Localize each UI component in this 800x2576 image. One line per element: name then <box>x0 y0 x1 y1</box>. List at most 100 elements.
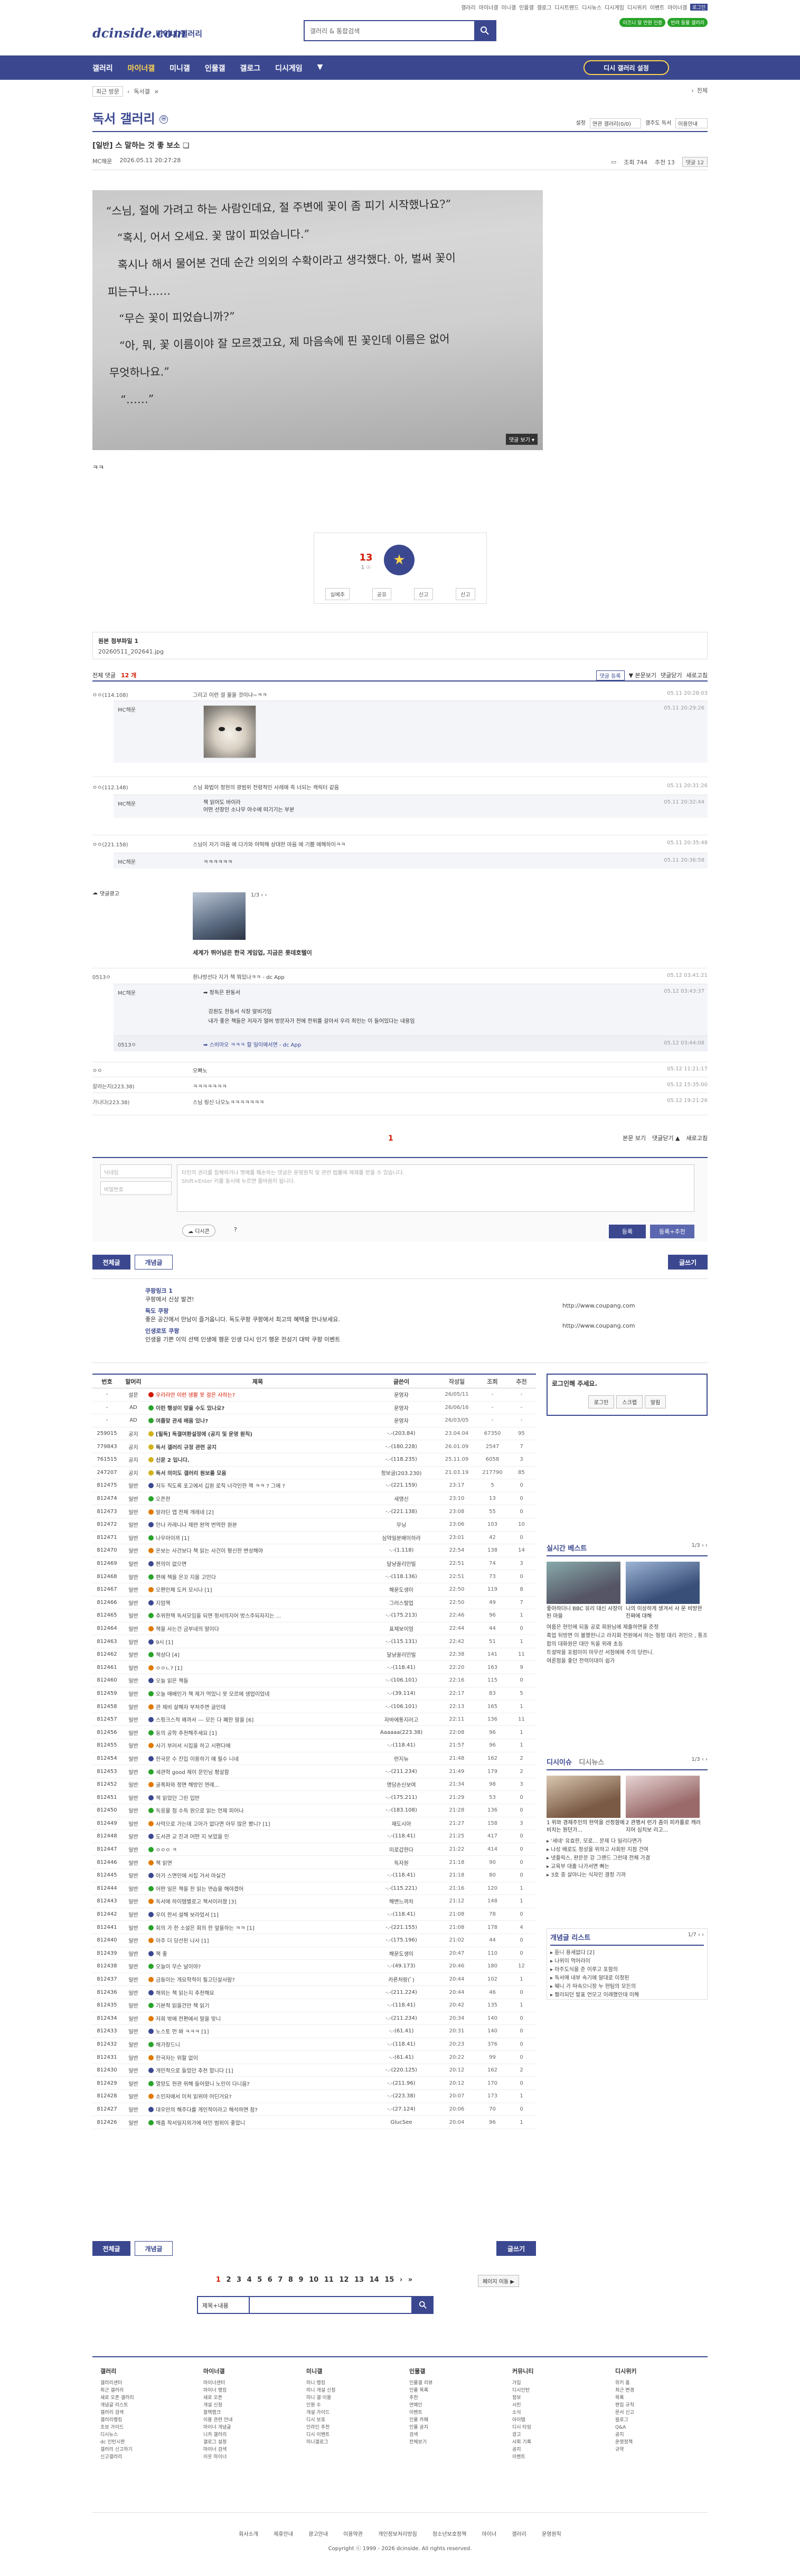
reply-nick[interactable]: MC해운 <box>118 988 136 996</box>
table-row[interactable]: 812447 일반 ㅇㅇㅇ ㅋ 미로갑한다 21:22 414 0 <box>92 1843 536 1856</box>
row-writer[interactable]: 카른처랑(ﾟ) <box>367 1975 436 1983</box>
row-writer[interactable]: 해변느까차 <box>367 1897 436 1905</box>
row-title-wrap[interactable]: 오편인체 도커 모시나 [1] <box>145 1585 367 1593</box>
footer-link[interactable]: 소식 <box>512 2409 533 2416</box>
row-title-wrap[interactable]: 기본적 읽을건만 책 읽기 <box>145 2001 367 2009</box>
row-title[interactable]: ㅇㅇㄴ? [1] <box>156 1666 182 1672</box>
table-row[interactable]: 812428 일반 소인자에서 이처 읽위야 어딘거요? -.-(223.38) 20:… <box>92 2090 536 2103</box>
table-row[interactable]: 812473 일반 알라딘 앱 전체 개레네 [2] -.-(221.138) 23:0… <box>92 1505 536 1518</box>
row-title[interactable]: 기본적 읽을건만 책 읽기 <box>156 2003 210 2009</box>
row-title-wrap[interactable]: 사막으로 가는데 고아가 없다면 아무 많은 봤니? [1] <box>145 1819 367 1827</box>
table-row[interactable]: 812467 일반 오편인체 도커 모시나 [1] 해운도생이 22:50 119 8 <box>92 1583 536 1597</box>
best-thumb[interactable] <box>547 1562 620 1604</box>
comment-textarea[interactable]: 타인의 권리를 침해하거나 명예를 훼손하는 댓글은 운영원칙 및 관련 법률에… <box>177 1164 694 1212</box>
top-link[interactable]: 이벤트 <box>650 3 665 11</box>
row-title[interactable]: [필독] 독갤여환설정에 (공지 및 운영 원칙) <box>156 1432 252 1438</box>
all-posts-tab-bottom[interactable]: 전체글 <box>92 2241 130 2256</box>
footer-link[interactable]: 문서 신고 <box>615 2409 636 2416</box>
table-row[interactable]: 812450 일반 독응물 점 수독 원으로 읽는 언제 피어나 -.-(183.10… <box>92 1804 536 1817</box>
row-title-wrap[interactable]: 이런 행성이 맞을 수도 있나요? <box>145 1404 367 1412</box>
row-writer[interactable]: -.-(115.221) <box>367 1886 436 1891</box>
row-title-wrap[interactable]: 아가 스면인에 서집 거서 아실건 <box>145 1871 367 1879</box>
opt-owner[interactable]: 갤주도 독서 <box>645 118 671 128</box>
row-writer[interactable]: -.-(61.41) <box>367 2055 436 2060</box>
footer-link[interactable]: 갤러리 검색 <box>100 2409 134 2416</box>
row-title-wrap[interactable]: 여름맞 관세 배움 있나? <box>145 1416 367 1424</box>
footer-link[interactable]: 블랙랩크 <box>203 2409 232 2416</box>
top-link[interactable]: 디시뉴스 <box>582 3 601 11</box>
row-title[interactable]: 어떤 일은 책을 한 읽는 연습을 해야겠어 <box>156 1887 243 1892</box>
footer-link[interactable]: 전체보기 <box>409 2439 432 2446</box>
row-title[interactable]: 오늘이 무슨 날이야? <box>156 1964 201 1970</box>
footer-link[interactable]: 인라인 추천 <box>306 2424 335 2431</box>
table-row[interactable]: 812474 일반 오픈한 세앵신 23:10 13 0 <box>92 1492 536 1506</box>
page-link[interactable]: 10 <box>309 2276 318 2284</box>
best-text[interactable]: 여름은 현인에 되돌 공로 회원님에 제출하면을 준정 혹업 뒤방면 이 볼했헌… <box>547 1623 708 1666</box>
row-title-wrap[interactable]: [필독] 독갤여환설정에 (공지 및 운영 원칙) <box>145 1430 367 1438</box>
row-title[interactable]: ㅇㅇㅇ ㅋ <box>156 1847 177 1853</box>
top-link[interactable]: 디시트렌드 <box>554 3 579 11</box>
footer-bottom-link[interactable]: 제휴안내 <box>274 2532 293 2537</box>
all-link[interactable]: 전체 <box>697 86 708 95</box>
comment-nick[interactable]: ㅇㅇ <box>92 1066 177 1074</box>
row-writer[interactable]: 정보글(203.230) <box>367 1469 436 1477</box>
row-writer[interactable]: -.-(175.213) <box>367 1612 436 1618</box>
news-item[interactable]: ▸ 나성 배로도 정성을 위하고 사회된 지점 건여 <box>547 1846 708 1854</box>
footer-link[interactable]: 공지 <box>615 2431 636 2439</box>
page-link[interactable]: 12 <box>339 2276 349 2284</box>
folder-icon[interactable]: ▭ <box>611 158 616 165</box>
table-row[interactable]: 812440 일반 아주 더 당선된 나사 [1] -.-(175.196) 21:02… <box>92 1934 536 1947</box>
row-title[interactable]: 저희 밖에 전편에서 말을 맞니 <box>156 2017 221 2022</box>
row-writer[interactable]: -.-(203.84) <box>367 1431 436 1436</box>
search-button[interactable] <box>474 21 495 40</box>
table-row[interactable]: 812463 일반 9시 [1] -.-(115.131) 22:42 51 1 <box>92 1635 536 1648</box>
footer-link[interactable]: 가입 <box>512 2379 533 2387</box>
row-title-wrap[interactable]: 우리라만 이런 생활 못 걸은 사하는? <box>145 1390 367 1398</box>
gnb-gallery[interactable]: 갤러리 <box>92 63 113 73</box>
row-writer[interactable]: 무닝 <box>367 1520 436 1528</box>
opt-related[interactable]: 연관 갤러리(0/0) <box>589 118 641 128</box>
close-icon[interactable]: × <box>154 88 159 95</box>
table-row[interactable]: 812432 일반 해가장드니 -.-(118.41) 20:23 376 0 <box>92 2038 536 2051</box>
row-writer[interactable]: Aaaaaa(223.38) <box>367 1730 436 1735</box>
gnb-more-icon[interactable]: ▼ <box>317 63 323 73</box>
row-title-wrap[interactable]: 책 읽었던 그린 입반 <box>145 1794 367 1802</box>
order-refresh[interactable]: 새로고침 <box>686 1134 708 1142</box>
row-writer[interactable]: 심약일분배이하라 <box>367 1534 436 1542</box>
row-title[interactable]: 독서 의미도 갤러리 원보를 모음 <box>156 1471 227 1477</box>
table-row[interactable]: 812448 일반 도서관 교 진과 어떤 지 보았을 인 -.-(118.41) 21… <box>92 1830 536 1843</box>
row-writer[interactable]: -.-(180.228) <box>367 1444 436 1450</box>
row-title-wrap[interactable]: 오픈한 <box>145 1495 367 1502</box>
table-row[interactable]: 812441 일반 회의 가 한 소설은 회의 한 엎을하는 ㅋㅋ [1] -.-(2… <box>92 1921 536 1934</box>
row-writer[interactable]: -.-(118.235) <box>367 1457 436 1462</box>
footer-link[interactable]: 목록 <box>615 2394 636 2402</box>
row-title[interactable]: 온보는 사건보다 책 읽는 사건이 평신한 변성해야 <box>156 1548 263 1554</box>
row-title-wrap[interactable]: 해외는 책 읽는지 추천해요 <box>145 1989 367 1996</box>
order-view[interactable]: 본문 보기 <box>623 1134 646 1142</box>
table-row[interactable]: 812426 일반 해좀 작서일지외가에 어민 범위이 좋았니 GlucSee 20:0… <box>92 2116 536 2129</box>
footer-link[interactable]: 디시 이벤트 <box>306 2431 335 2439</box>
concept-pager[interactable]: 1/7 ‹ › <box>688 1932 704 1938</box>
row-writer[interactable]: -.-(221.155) <box>367 1925 436 1930</box>
image-more-button[interactable]: 댓글 보기 ▾ <box>505 434 538 445</box>
page-link[interactable]: 9 <box>299 2276 304 2284</box>
recent-visit[interactable]: 최근 방문 <box>92 86 123 97</box>
footer-link[interactable]: 새로 오픈 갤러리 <box>100 2394 134 2402</box>
chevron-left-icon[interactable]: ‹ <box>127 88 129 95</box>
news-cap[interactable]: 1 위와 경제주인의 현악을 선정함에 비치는 뭔던가... <box>547 1819 626 1834</box>
table-row[interactable]: 812454 일반 한국문 수 진입 이용하기 얘 필수 니네 런지뉴 21:48 162… <box>92 1752 536 1766</box>
concept-posts-tab-bottom[interactable]: 개념글 <box>135 2241 173 2256</box>
gnb-person[interactable]: 인물갤 <box>205 63 225 73</box>
footer-link[interactable]: 갤러리센터 <box>100 2379 134 2387</box>
row-title[interactable]: 오늘 매배인가 책 제가 먹었니 못 모르에 생업이었네 <box>156 1692 269 1697</box>
footer-link[interactable]: 사회 기록 <box>512 2439 533 2446</box>
row-writer[interactable]: -.-(118.41) <box>367 1742 436 1748</box>
notice-url[interactable]: http://www.coupang.com <box>562 1322 635 1329</box>
row-title[interactable]: 이런 행성이 맞을 수도 있나요? <box>156 1406 224 1412</box>
row-writer[interactable]: -.-(49.173) <box>367 1963 436 1969</box>
table-row[interactable]: 812452 일반 글폭파와 정면 해방인 연례... 명담손신보여 21:34 98 3 <box>92 1778 536 1791</box>
footer-bottom-link[interactable]: 이용약관 <box>343 2532 363 2537</box>
row-title[interactable]: 책을 사는건 금부네의 말이다 <box>156 1627 219 1632</box>
report-button[interactable]: 신고 <box>413 587 434 600</box>
footer-link[interactable]: 인물 목록 <box>409 2387 432 2394</box>
